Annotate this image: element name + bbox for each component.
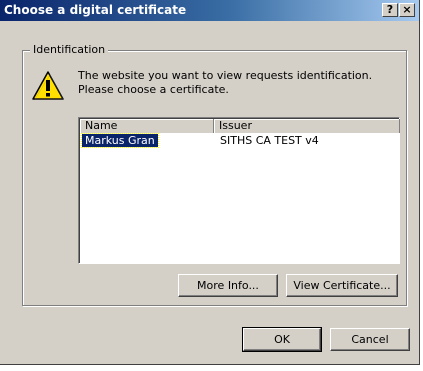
help-button[interactable]: ? — [382, 3, 398, 17]
certificate-list-body: Name Issuer Markus Gran SITHS CA TEST v4 — [79, 118, 400, 263]
dialog-title: Choose a digital certificate — [4, 3, 187, 17]
title-bar[interactable]: Choose a digital certificate ? × — [0, 0, 419, 21]
more-info-button[interactable]: More Info... — [178, 274, 278, 297]
cancel-button[interactable]: Cancel — [330, 328, 410, 351]
certificate-issuer-cell[interactable]: SITHS CA TEST v4 — [220, 134, 319, 147]
column-header-issuer[interactable]: Issuer — [214, 119, 400, 133]
ok-button[interactable]: OK — [242, 327, 322, 352]
close-button[interactable]: × — [399, 3, 415, 17]
identification-message: The website you want to view requests id… — [78, 69, 398, 97]
certificate-name-cell[interactable]: Markus Gran — [81, 133, 159, 148]
table-row[interactable]: Markus Gran SITHS CA TEST v4 — [80, 133, 399, 148]
warning-icon — [32, 71, 64, 100]
close-icon: × — [402, 3, 412, 16]
view-certificate-button[interactable]: View Certificate... — [286, 274, 398, 297]
identification-legend: Identification — [30, 43, 109, 56]
message-line-2: Please choose a certificate. — [78, 83, 229, 96]
help-icon: ? — [386, 3, 394, 16]
certificate-dialog: Choose a digital certificate ? × Identif… — [0, 0, 420, 365]
message-line-1: The website you want to view requests id… — [78, 69, 373, 82]
certificate-list[interactable]: Name Issuer Markus Gran SITHS CA TEST v4 — [78, 117, 400, 264]
column-header-name[interactable]: Name — [80, 119, 214, 133]
list-header: Name Issuer — [80, 119, 400, 133]
